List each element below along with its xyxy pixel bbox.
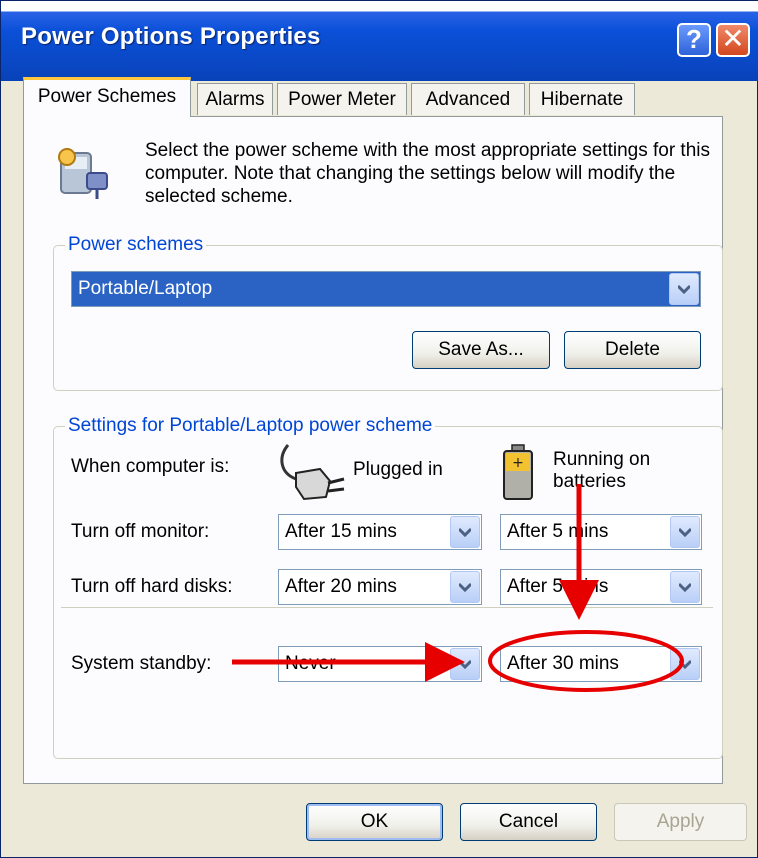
window-title: Power Options Properties — [21, 23, 321, 50]
power-scheme-select[interactable]: Portable/Laptop — [71, 271, 701, 307]
power-options-window: Power Options Properties ? ✕ Power Schem… — [0, 0, 758, 858]
apply-button[interactable]: Apply — [614, 803, 747, 841]
disks-battery-select[interactable]: After 5 mins — [500, 569, 702, 605]
battery-icon: + — [503, 444, 533, 500]
dropdown-arrow-icon[interactable] — [670, 516, 700, 548]
settings-legend: Settings for Portable/Laptop power schem… — [65, 415, 436, 437]
monitor-plugged-value: After 15 mins — [285, 521, 397, 542]
svg-text:+: + — [512, 455, 524, 471]
cancel-button[interactable]: Cancel — [460, 803, 597, 841]
disks-plugged-value: After 20 mins — [285, 576, 397, 597]
tab-hibernate[interactable]: Hibernate — [529, 83, 635, 115]
save-as-button[interactable]: Save As... — [412, 331, 550, 369]
standby-battery-value: After 30 mins — [507, 653, 619, 674]
monitor-battery-select[interactable]: After 5 mins — [500, 514, 702, 550]
plugged-in-label: Plugged in — [353, 459, 443, 480]
delete-button[interactable]: Delete — [564, 331, 701, 369]
dropdown-arrow-icon[interactable] — [450, 648, 480, 680]
power-schemes-legend: Power schemes — [65, 234, 207, 256]
settings-divider — [61, 607, 713, 608]
plug-icon — [280, 444, 345, 501]
running-on-batteries-label: Running on batteries — [553, 449, 651, 492]
turn-off-hard-disks-label: Turn off hard disks: — [71, 576, 233, 597]
system-standby-label: System standby: — [71, 653, 212, 674]
monitor-battery-value: After 5 mins — [507, 521, 609, 542]
standby-plugged-value: Never — [285, 653, 336, 674]
help-button[interactable]: ? — [677, 23, 711, 57]
close-button[interactable]: ✕ — [716, 23, 750, 57]
tab-power-meter[interactable]: Power Meter — [277, 83, 407, 115]
tab-advanced[interactable]: Advanced — [411, 83, 525, 115]
when-computer-label: When computer is: — [71, 456, 230, 477]
dropdown-arrow-icon[interactable] — [670, 571, 700, 603]
dropdown-arrow-icon[interactable] — [450, 571, 480, 603]
help-icon: ? — [686, 24, 702, 54]
ok-button[interactable]: OK — [306, 803, 443, 841]
tab-power-schemes[interactable]: Power Schemes — [23, 77, 191, 117]
power-scheme-value: Portable/Laptop — [78, 278, 213, 299]
power-schemes-group — [53, 245, 723, 391]
standby-plugged-select[interactable]: Never — [278, 646, 482, 682]
dropdown-arrow-icon[interactable] — [670, 648, 700, 680]
disks-plugged-select[interactable]: After 20 mins — [278, 569, 482, 605]
monitor-plugged-select[interactable]: After 15 mins — [278, 514, 482, 550]
close-icon: ✕ — [721, 23, 745, 54]
disks-battery-value: After 5 mins — [507, 576, 609, 597]
dropdown-arrow-icon[interactable] — [450, 516, 480, 548]
turn-off-monitor-label: Turn off monitor: — [71, 521, 210, 542]
power-scheme-icon — [58, 148, 108, 199]
dropdown-arrow-icon[interactable] — [669, 273, 699, 305]
standby-battery-select[interactable]: After 30 mins — [500, 646, 702, 682]
tab-alarms[interactable]: Alarms — [197, 83, 273, 115]
intro-text: Select the power scheme with the most ap… — [145, 140, 710, 207]
title-bar[interactable]: Power Options Properties ? ✕ — [1, 1, 758, 81]
